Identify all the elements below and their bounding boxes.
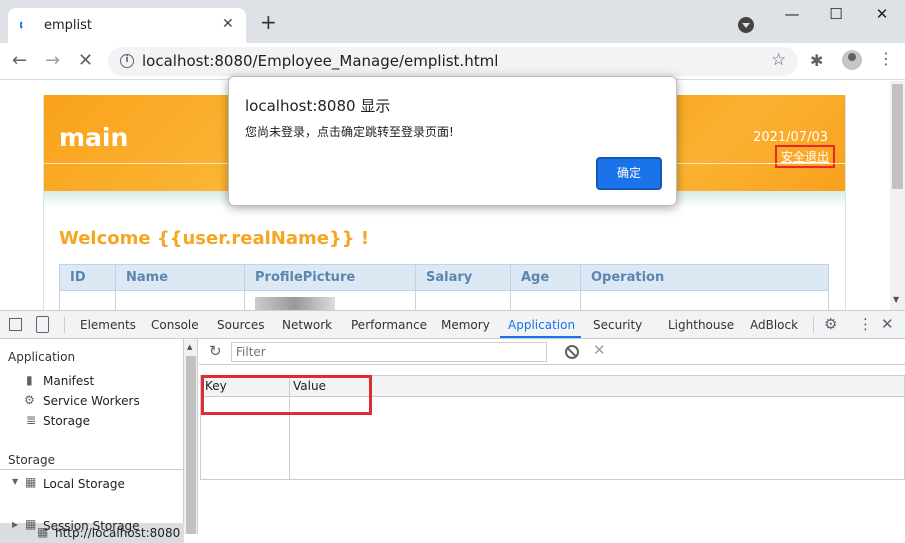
logout-link[interactable]: 安全退出 [774,145,835,168]
table-cell [59,290,116,310]
storage-database-icon: ≣ [26,413,37,427]
forward-button[interactable]: → [45,51,60,71]
employee-table: ID Name ProfilePicture Salary Age Operat… [59,264,829,310]
tab-console[interactable]: Console [151,318,199,332]
refresh-icon[interactable]: ↻ [209,342,222,360]
table-cell [244,290,416,310]
sidebar-scrollbar-thumb[interactable] [186,356,196,534]
alert-message: 您尚未登录，点击确定跳转至登录页面! [245,125,454,139]
loading-icon [20,21,23,29]
storage-view: ↻ ✕ Key Value [199,339,905,534]
column-header-name: Name [115,264,245,291]
tab-security[interactable]: Security [593,318,642,332]
local-storage-grid-icon: ▦ [25,475,37,489]
address-bar[interactable]: i localhost:8080/Employee_Manage/emplist… [108,47,798,76]
back-button[interactable]: ← [12,51,27,71]
service-workers-gear-icon: ⚙ [24,393,35,407]
devtools-close-icon[interactable]: ✕ [881,315,894,333]
settings-gear-icon[interactable]: ⚙ [824,315,837,333]
toolbar-divider [64,317,65,333]
table-cell [415,290,511,310]
storage-toolbar: ↻ ✕ [199,339,905,365]
tab-lighthouse[interactable]: Lighthouse [668,318,734,332]
stop-loading-button[interactable]: ✕ [78,51,93,71]
filter-input[interactable] [231,342,547,362]
application-sidebar: Application ▮ Manifest ⚙ Service Workers… [0,339,184,543]
browser-titlebar: emplist ✕ + — ☐ ✕ [0,0,905,43]
sidebar-item-storage[interactable]: Storage [43,414,90,428]
table-cell [580,290,829,310]
browser-tab[interactable]: emplist ✕ [8,8,246,43]
sidebar-divider [0,469,184,470]
tab-close-icon[interactable]: ✕ [222,16,234,32]
sidebar-section-storage: Storage [8,453,55,467]
tab-memory[interactable]: Memory [441,318,490,332]
active-tab-indicator [500,336,581,338]
tab-sources[interactable]: Sources [217,318,264,332]
collapsed-arrow-icon[interactable]: ▶ [12,520,18,529]
scroll-down-arrow-icon[interactable]: ▼ [893,295,899,304]
column-header-operation: Operation [580,264,829,291]
devtools-tabbar: Elements Console Sources Network Perform… [0,311,905,339]
alert-title: localhost:8080 显示 [245,97,391,115]
site-title: main [59,123,129,152]
table-header-row: ID Name ProfilePicture Salary Age Operat… [59,264,829,291]
sidebar-item-session-storage[interactable]: Session Storage [43,519,140,533]
clear-all-icon[interactable] [565,345,579,359]
window-close-button[interactable]: ✕ [872,5,892,23]
tab-elements[interactable]: Elements [80,318,136,332]
profile-picture [255,296,335,310]
tab-application[interactable]: Application [508,318,575,332]
tab-search-icon[interactable] [738,17,754,33]
maximize-button[interactable]: ☐ [826,5,846,23]
alert-ok-button[interactable]: 确定 [596,157,662,190]
delete-selected-icon[interactable]: ✕ [593,341,606,359]
session-storage-grid-icon: ▦ [25,517,37,531]
welcome-heading: Welcome {{user.realName}} ! [59,228,370,249]
table-cell [510,290,581,310]
browser-menu-icon[interactable]: ⋮ [878,49,894,68]
alert-dialog: localhost:8080 显示 您尚未登录，点击确定跳转至登录页面! 确定 [228,76,677,206]
sidebar-section-application: Application [8,350,76,364]
sidebar-item-manifest[interactable]: Manifest [43,374,94,388]
toolbar-divider [813,317,814,333]
page-scrollbar-thumb[interactable] [892,84,903,189]
column-header-age: Age [510,264,581,291]
new-tab-button[interactable]: + [260,12,277,32]
tab-network[interactable]: Network [282,318,332,332]
tab-performance[interactable]: Performance [351,318,427,332]
column-header-salary: Salary [415,264,511,291]
minimize-button[interactable]: — [782,5,802,23]
column-header-id: ID [59,264,116,291]
url-text[interactable]: localhost:8080/Employee_Manage/emplist.h… [142,52,498,70]
tab-title: emplist [44,18,93,33]
tab-adblock[interactable]: AdBlock [750,318,798,332]
profile-avatar-icon[interactable] [842,50,862,70]
inspect-element-icon[interactable] [9,318,22,331]
column-header-profile-picture: ProfilePicture [244,264,416,291]
key-value-table: Key Value [200,375,905,480]
sidebar-item-service-workers[interactable]: Service Workers [43,394,140,408]
table-cell [115,290,245,310]
devtools-menu-icon[interactable]: ⋮ [858,315,873,333]
site-info-icon[interactable]: i [120,54,134,68]
device-toolbar-icon[interactable] [36,316,49,333]
devtools-panel: Elements Console Sources Network Perform… [0,310,905,543]
site-date: 2021/07/03 [753,130,828,145]
extensions-puzzle-icon[interactable]: ✱ [810,51,823,70]
page-border [845,95,846,310]
browser-toolbar: ← → ✕ i localhost:8080/Employee_Manage/e… [0,43,905,80]
bookmark-star-icon[interactable]: ☆ [771,50,786,70]
red-highlight-box [201,375,372,415]
table-row [59,290,829,310]
expand-arrow-icon[interactable]: ▼ [12,477,18,486]
scroll-up-arrow-icon[interactable]: ▲ [187,343,192,351]
manifest-file-icon: ▮ [26,373,33,387]
sidebar-item-local-storage[interactable]: Local Storage [43,477,125,491]
